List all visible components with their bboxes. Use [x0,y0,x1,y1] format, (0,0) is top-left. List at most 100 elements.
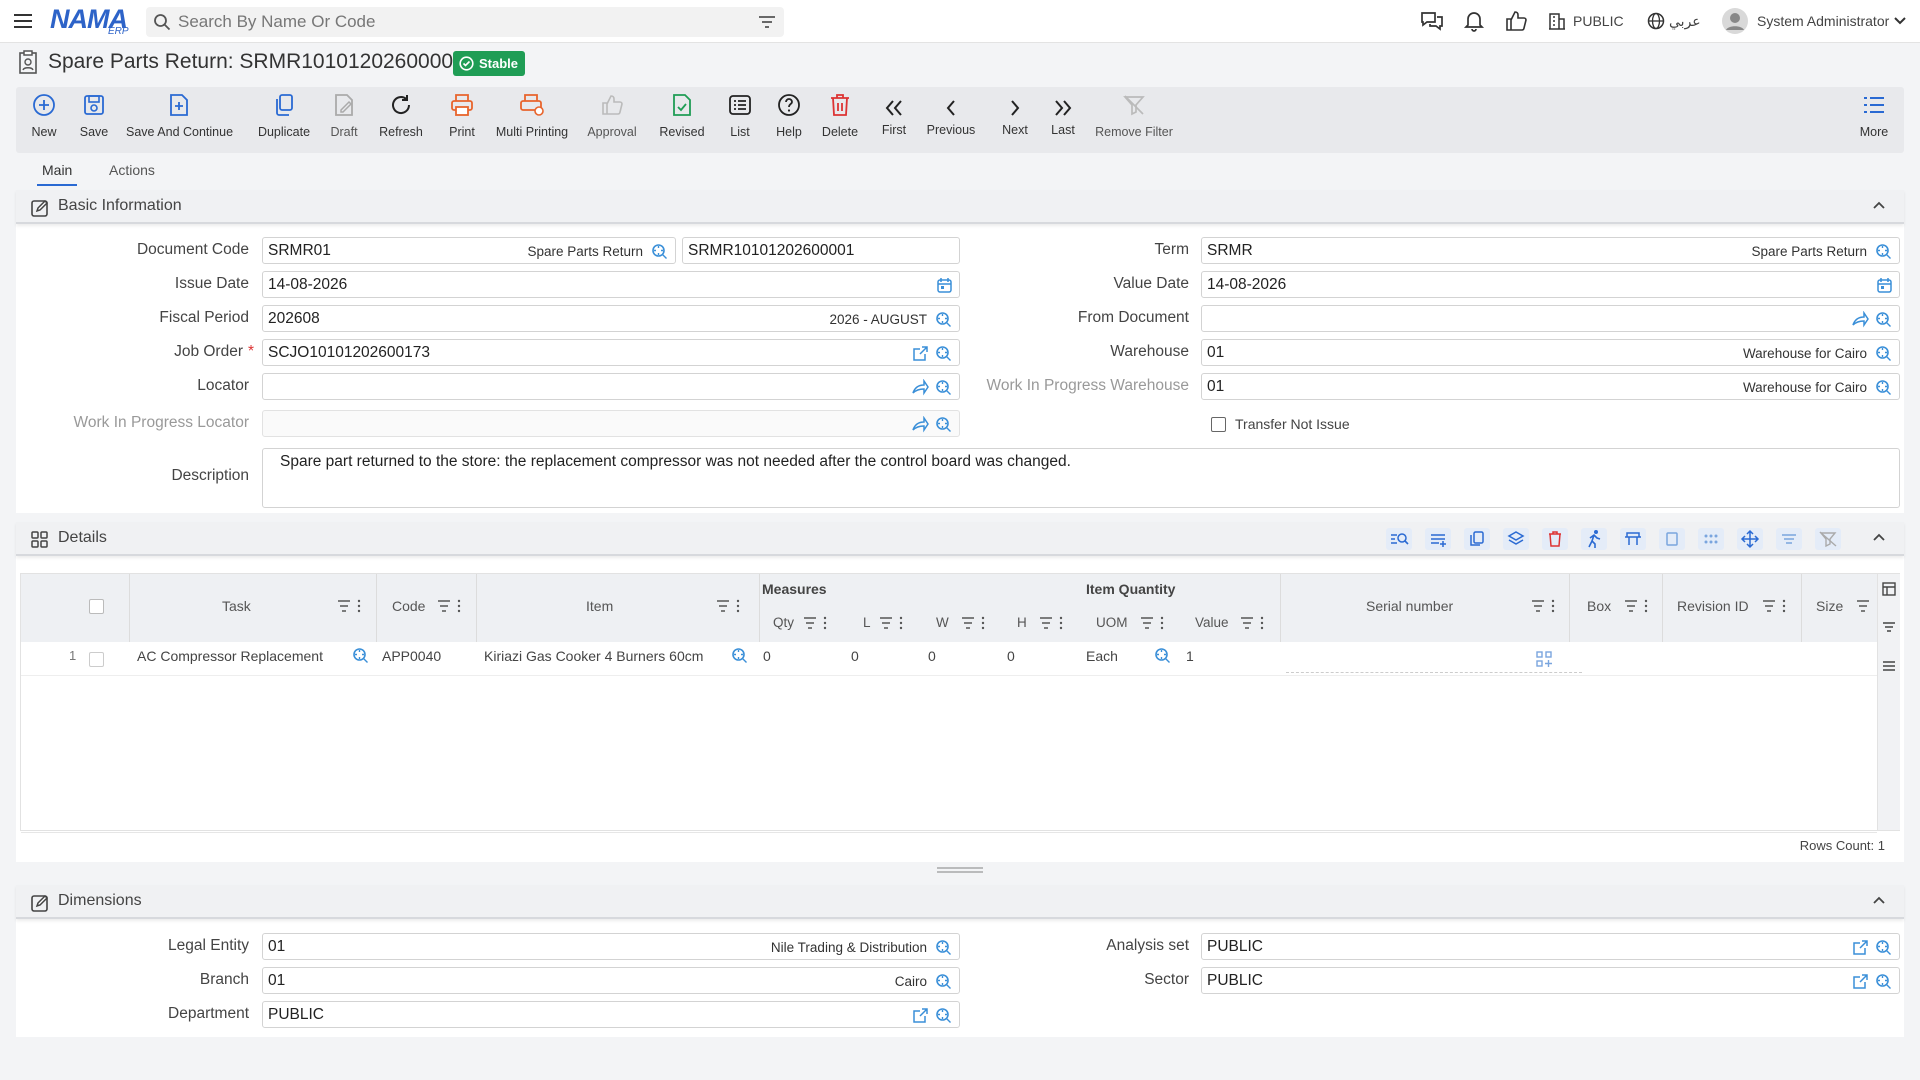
sector-field[interactable]: PUBLIC [1201,967,1900,994]
revised-button[interactable]: Revised [656,87,708,153]
delete-button[interactable]: Delete [820,87,860,153]
help-button[interactable]: Help [772,87,806,153]
approval-button[interactable]: Approval [584,87,640,153]
print-button[interactable]: Print [442,87,482,153]
cell-w[interactable]: 0 [928,648,936,664]
select-all-checkbox[interactable] [89,599,104,614]
calendar-icon[interactable] [1876,277,1893,294]
filter-off-icon[interactable] [1814,527,1842,551]
col-size[interactable]: Size [1816,598,1843,614]
table-settings-icon[interactable] [1619,527,1647,551]
share-icon[interactable] [1851,311,1869,328]
col-code[interactable]: Code [392,598,425,614]
lookup-icon[interactable] [935,379,953,396]
external-link-icon[interactable] [1852,973,1869,990]
cell-h[interactable]: 0 [1007,648,1015,664]
last-button[interactable]: Last [1048,87,1078,153]
column-filter-icon[interactable] [1039,616,1067,630]
col-task[interactable]: Task [222,598,251,614]
column-filter-icon[interactable] [437,599,465,613]
row-checkbox[interactable] [89,652,104,667]
col-qty[interactable]: Qty [773,615,794,630]
remove-filter-button[interactable]: Remove Filter [1094,87,1174,153]
basic-information-header[interactable]: Basic Information [16,190,1904,224]
branch-field[interactable]: 01 Cairo [262,967,960,994]
public-label[interactable]: PUBLIC [1573,13,1624,29]
external-link-icon[interactable] [1852,939,1869,956]
column-filter-icon[interactable] [1240,616,1268,630]
list-button[interactable]: List [724,87,756,153]
move-icon[interactable] [1736,527,1764,551]
avatar[interactable] [1722,8,1748,34]
lookup-icon[interactable] [1875,311,1893,328]
lookup-icon[interactable] [1875,379,1893,396]
run-icon[interactable] [1580,527,1608,551]
description-field[interactable]: Spare part returned to the store: the re… [262,448,1900,508]
cell-uom[interactable]: Each [1086,648,1118,664]
col-revision-id[interactable]: Revision ID [1677,598,1749,614]
column-filter-icon[interactable] [961,616,989,630]
col-l[interactable]: L [863,615,871,630]
lookup-icon[interactable] [1875,243,1893,260]
col-item[interactable]: Item [586,598,613,614]
chevron-up-icon[interactable] [1872,532,1886,542]
save-button[interactable]: Save [74,87,114,153]
lookup-icon[interactable] [1154,647,1172,664]
first-button[interactable]: First [878,87,910,153]
refresh-button[interactable]: Refresh [376,87,426,153]
col-serial-number[interactable]: Serial number [1366,598,1453,614]
column-filter-icon[interactable] [337,599,365,613]
tab-actions[interactable]: Actions [109,162,155,178]
lookup-icon[interactable] [651,243,669,260]
language-switch[interactable]: عربي [1669,13,1701,30]
column-filter-icon[interactable] [1140,616,1168,630]
chevron-down-icon[interactable] [1893,16,1907,26]
job-order-field[interactable]: SCJO10101202600173 [262,339,960,366]
cell-l[interactable]: 0 [851,648,859,664]
col-value[interactable]: Value [1195,615,1229,630]
document-code-field[interactable]: SRMR01 Spare Parts Return [262,237,676,264]
col-box[interactable]: Box [1587,598,1611,614]
expand-icon[interactable] [1658,527,1686,551]
copy-row-icon[interactable] [1463,527,1491,551]
col-h[interactable]: H [1017,615,1027,630]
logo[interactable]: NAMA ERP [50,6,129,38]
duplicate-button[interactable]: Duplicate [256,87,312,153]
column-filter-icon[interactable] [803,616,831,630]
external-link-icon[interactable] [912,345,929,362]
wip-warehouse-field[interactable]: 01 Warehouse for Cairo [1201,373,1900,400]
value-date-field[interactable]: 14-08-2026 [1201,271,1900,298]
filter-lines-icon[interactable] [1775,527,1803,551]
bell-icon[interactable] [1463,10,1485,32]
external-link-icon[interactable] [912,1007,929,1024]
new-button[interactable]: New [26,87,62,153]
more-button[interactable]: More [1856,87,1892,153]
column-filter-icon[interactable] [1856,599,1870,613]
column-filter-icon[interactable] [1762,599,1790,613]
cell-task[interactable]: AC Compressor Replacement [137,648,323,664]
dots-grid-icon[interactable] [1697,527,1725,551]
chevron-up-icon[interactable] [1872,200,1886,210]
fiscal-period-field[interactable]: 202608 2026 - AUGUST [262,305,960,332]
from-document-field[interactable] [1201,305,1900,332]
lookup-icon[interactable] [1875,973,1893,990]
column-filter-icon[interactable] [716,599,744,613]
share-icon[interactable] [911,416,929,433]
filter-icon[interactable] [758,15,776,29]
layers-icon[interactable] [1502,527,1530,551]
column-filter-icon[interactable] [1624,599,1652,613]
lookup-icon[interactable] [1875,345,1893,362]
menu-icon[interactable] [12,10,34,32]
term-field[interactable]: SRMR Spare Parts Return [1201,237,1900,264]
lookup-icon[interactable] [935,939,953,956]
lookup-icon[interactable] [352,647,370,664]
share-icon[interactable] [911,379,929,396]
col-uom[interactable]: UOM [1096,615,1128,630]
search-input[interactable] [178,7,738,37]
cell-qty[interactable]: 0 [763,648,771,664]
transfer-not-issue-checkbox[interactable] [1211,417,1226,432]
department-field[interactable]: PUBLIC [262,1001,960,1028]
menu-icon[interactable] [1882,660,1896,672]
cell-code[interactable]: APP0040 [382,648,441,664]
lookup-icon[interactable] [935,973,953,990]
